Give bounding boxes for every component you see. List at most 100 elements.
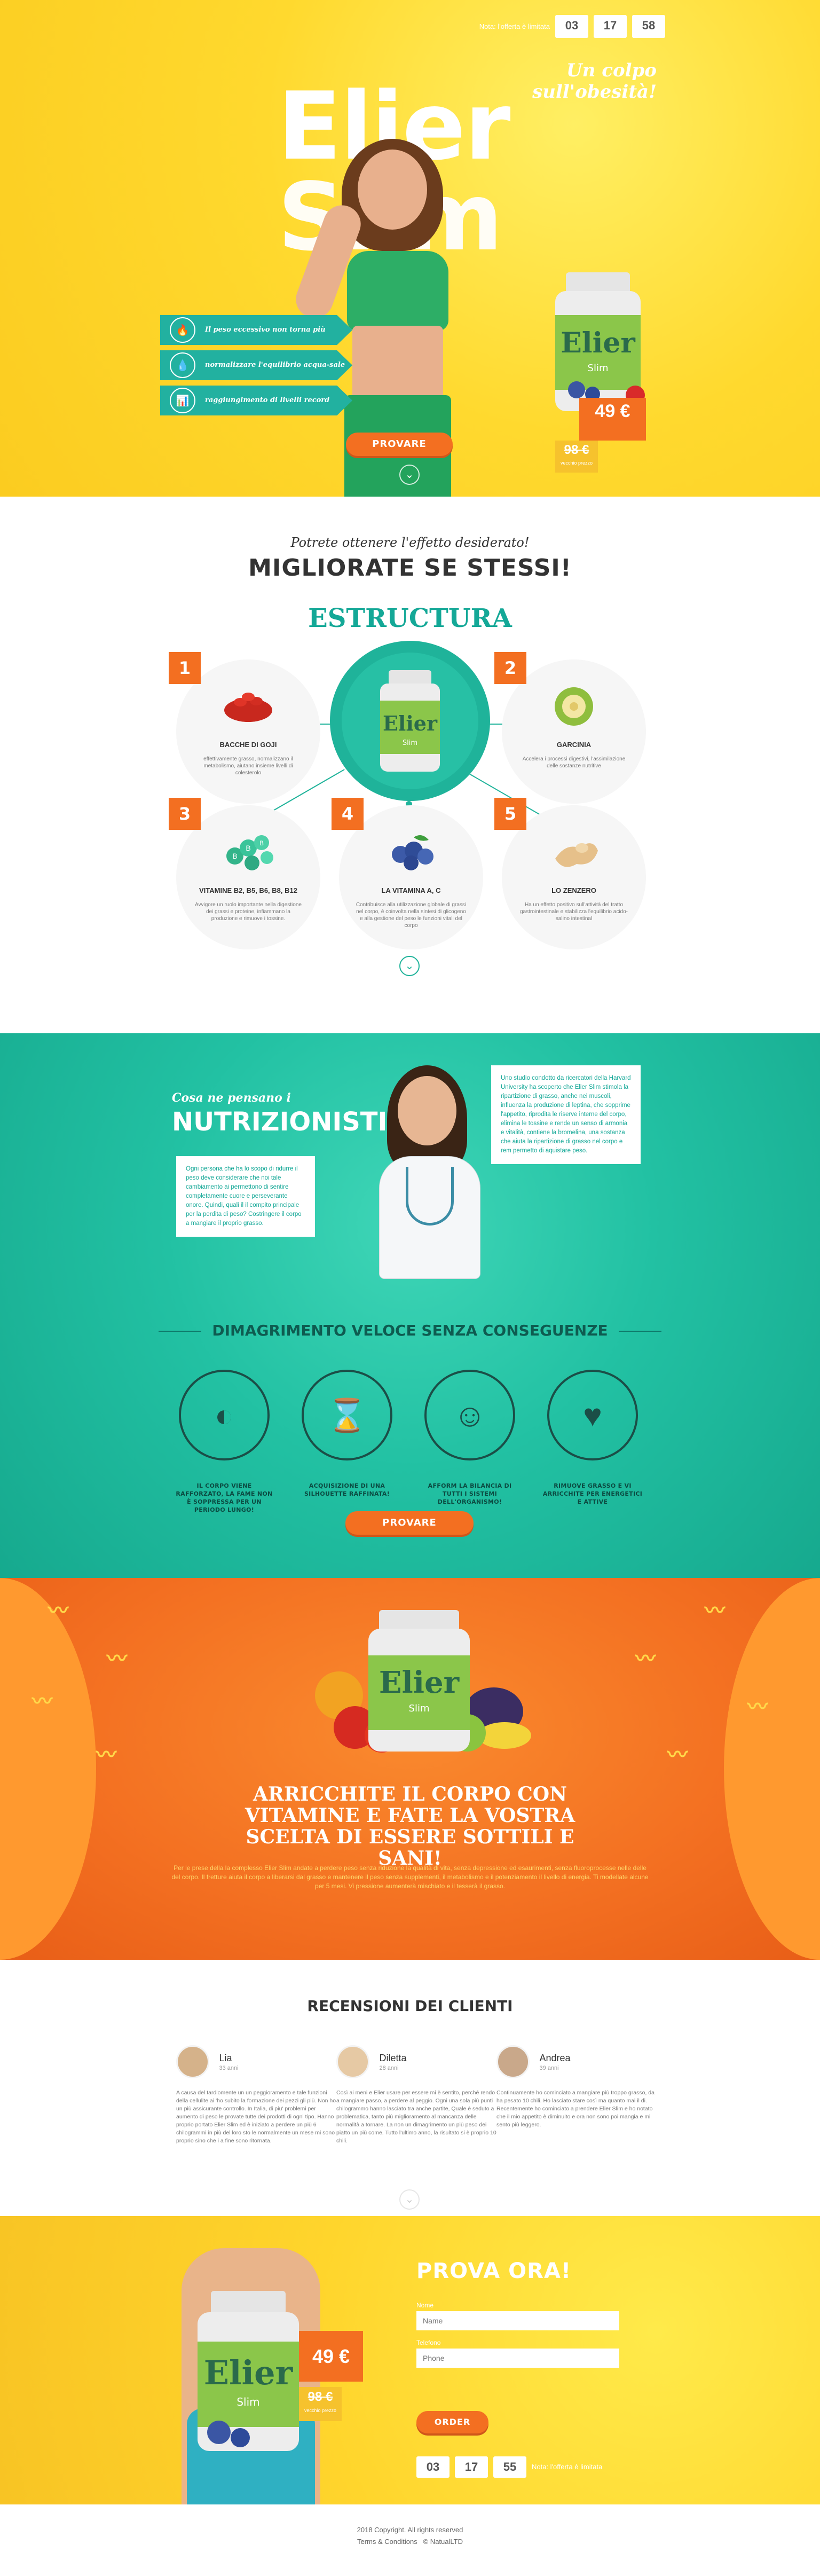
heart-icon: ♥ (547, 1370, 638, 1460)
decorative-curve (724, 1578, 820, 1960)
footer-links: Terms & Conditions © NatualLTD (0, 2538, 820, 2546)
avatar (176, 2045, 209, 2078)
vitamins-section: 〰 〰 〰 〰 〰 〰 〰 〰 Elier Slim ARRICCHITE IL… (0, 1578, 820, 1960)
ginger-icon (555, 843, 598, 867)
goji-berries-icon (224, 693, 272, 722)
blueberries-icon (392, 835, 433, 870)
structure-subtitle: Potrete ottenere l'effetto desiderato! (290, 535, 530, 550)
scroll-down-icon[interactable]: ⌄ (399, 465, 420, 485)
nutri-title: NUTRIZIONISTI? (172, 1107, 403, 1137)
feature-item: ☺ AFFORM LA BILANCIA DI TUTTI I SISTEMI … (419, 1370, 521, 1506)
avatar (336, 2045, 369, 2078)
timer-hours: 03 (416, 2456, 450, 2478)
order-price-new: 49 € (299, 2331, 363, 2382)
benefits-list: 🔥 Il peso eccessivo non torna più 💧 normal… (160, 315, 363, 421)
scroll-down-icon[interactable]: ⌄ (399, 2189, 420, 2210)
countdown-note: Nota: l'offerta è limitata (532, 2463, 603, 2471)
footer-copyright: 2018 Copyright. All rights reserved (357, 2526, 463, 2534)
benefit-item: 📊 raggiungimento di livelli record (160, 386, 363, 415)
product-bottle-image: Elier Slim (198, 2291, 299, 2451)
timer-minutes: 17 (594, 15, 627, 38)
dima-title: DIMAGRIMENTO VELOCE SENZA CONSEGUENZE (0, 1322, 820, 1339)
vitamins-text: Per le prese della la complesso Elier Sl… (171, 1864, 649, 1890)
svg-text:Slim: Slim (409, 1703, 430, 1714)
stomach-icon: ◐ (179, 1370, 270, 1460)
avatar (496, 2045, 530, 2078)
zigzag-decoration: 〰 (48, 1599, 69, 1622)
doctor-image (368, 1065, 491, 1279)
review-card: Andrea 39 anni Continuamente ho cominciat… (496, 2045, 657, 2129)
name-input[interactable] (416, 2311, 619, 2330)
zigzag-decoration: 〰 (32, 1690, 53, 1713)
nutri-try-button[interactable]: PROVARE (345, 1511, 474, 1535)
hero-price-old: 98 € vecchio prezzo (555, 441, 598, 473)
order-button[interactable]: ORDER (416, 2411, 488, 2433)
feature-item: ♥ RIMUOVE GRASSO E VI ARRICCHITE PER ENE… (542, 1370, 643, 1506)
hero-price-new: 49 € (579, 398, 646, 441)
hero-countdown: Nota: l'offerta è limitata 03 17 58 (443, 15, 665, 38)
svg-text:Elier: Elier (561, 327, 635, 359)
feature-item: ⌛ ACQUISIZIONE DI UNA SILHOUETTE RAFFINA… (296, 1370, 398, 1498)
nutritionists-section: Cosa ne pensano i NUTRIZIONISTI? Ogni pe… (0, 1033, 820, 1578)
timer-seconds: 58 (632, 15, 665, 38)
order-price-old: 98 € vecchio prezzo (299, 2387, 342, 2421)
vitamins-icon: B B B (226, 835, 273, 870)
zigzag-decoration: 〰 (107, 1647, 128, 1670)
nutri-left-quote: Ogni persona che ha lo scopo di ridurre … (176, 1156, 315, 1237)
garcinia-icon (555, 687, 593, 726)
scroll-down-icon[interactable]: ⌄ (399, 956, 420, 976)
product-with-fruits-image: Elier Slim (315, 1610, 531, 1753)
zigzag-decoration: 〰 (747, 1695, 768, 1718)
body-icon: ☺ (424, 1370, 515, 1460)
terms-link[interactable]: Terms & Conditions (357, 2538, 417, 2546)
chart-icon: 📊 (170, 388, 195, 413)
timer-hours: 03 (555, 15, 588, 38)
drop-icon: 💧 (170, 352, 195, 378)
name-label: Nome (416, 2302, 434, 2309)
review-card: Lia 33 anni A causa del tardiomente un un… (176, 2045, 336, 2145)
svg-text:B: B (259, 839, 264, 847)
phone-label: Telefono (416, 2339, 441, 2346)
svg-text:B: B (232, 852, 237, 860)
hero-try-button[interactable]: PROVARE (346, 433, 453, 456)
decorative-curve (0, 1578, 96, 1960)
zigzag-decoration: 〰 (667, 1743, 688, 1766)
zigzag-decoration: 〰 (635, 1647, 656, 1670)
zigzag-decoration: 〰 (705, 1599, 726, 1622)
benefit-item: 🔥 Il peso eccessivo non torna più (160, 315, 363, 345)
order-title: PROVA ORA! (416, 2259, 572, 2283)
svg-text:B: B (246, 844, 250, 852)
countdown-note: Nota: l'offerta è limitata (479, 22, 550, 30)
ingredient-card: 2 GARCINIA Accelera i processi digestivi… (494, 652, 646, 804)
order-countdown: 03 17 55 Nota: l'offerta è limitata (416, 2456, 638, 2478)
ingredient-card: 3 BBB VITAMINE B2, B5, B6, B8, B12 Avvig… (169, 798, 320, 949)
svg-text:Elier: Elier (379, 1665, 460, 1700)
svg-text:Slim: Slim (588, 363, 609, 374)
product-bottle-image: Elier Slim (380, 670, 440, 772)
product-bottle-image: Elier Slim (555, 272, 645, 411)
reviews-section: RECENSIONI DEI CLIENTI Lia 33 anni A caus… (0, 1960, 820, 2216)
ingredient-card: 4 LA VITAMINA A, C Contribuisce alla uti… (332, 798, 483, 949)
feature-item: ◐ IL CORPO VIENE RAFFORZATO, LA FAME NON… (174, 1370, 275, 1514)
footer-owner: © NatualLTD (423, 2538, 463, 2546)
phone-input[interactable] (416, 2349, 619, 2368)
timer-minutes: 17 (455, 2456, 488, 2478)
structure-title: MIGLIORATE SE STESSI! (248, 554, 572, 582)
footer: 2018 Copyright. All rights reserved Term… (0, 2504, 820, 2571)
flame-icon: 🔥 (170, 317, 195, 343)
nutri-right-quote: Uno studio condotto da ricercatori della… (491, 1065, 641, 1164)
waist-icon: ⌛ (302, 1370, 392, 1460)
vitamins-title: ARRICCHITE IL CORPO CON VITAMINE E FATE … (245, 1783, 575, 1870)
structure-heading: ESTRUCTURA (308, 603, 512, 633)
svg-text:Slim: Slim (403, 739, 417, 747)
review-card: Diletta 28 anni Così ai meni e Elier usar… (336, 2045, 496, 2145)
reviews-title: RECENSIONI DEI CLIENTI (307, 1997, 513, 2015)
svg-text:Elier: Elier (383, 711, 438, 735)
benefit-item: 💧 normalizzare l'equilibrio acqua-sale (160, 350, 363, 380)
structure-section: Potrete ottenere l'effetto desiderato! M… (0, 497, 820, 1033)
order-section: Elier Slim 49 € 98 € vecchio prezzo PROVA… (0, 2216, 820, 2504)
ingredient-card: 5 LO ZENZERO Ha un effetto positivo sull… (494, 798, 646, 949)
ingredient-card: 1 BACCHE DI GOJI effettivamente grasso, … (169, 652, 320, 804)
timer-seconds: 55 (493, 2456, 526, 2478)
nutri-subtitle: Cosa ne pensano i (172, 1091, 291, 1105)
